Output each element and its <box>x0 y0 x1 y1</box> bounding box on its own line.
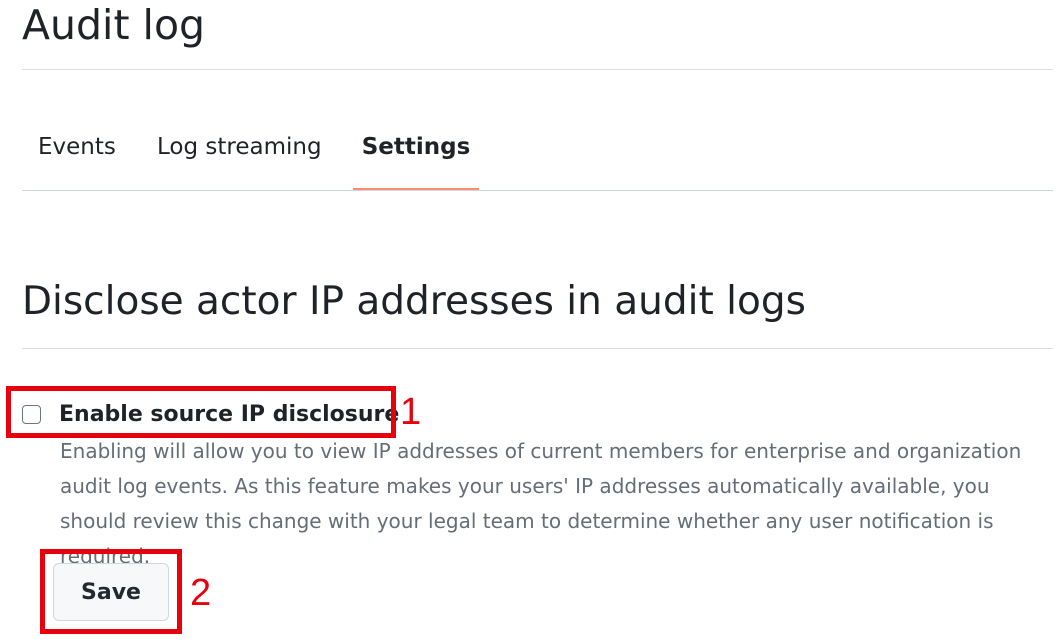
section-title: Disclose actor IP addresses in audit log… <box>22 279 806 324</box>
page-title: Audit log <box>22 1 206 49</box>
title-divider <box>22 69 1053 70</box>
checkbox-help-text: Enabling will allow you to view IP addre… <box>60 439 1022 568</box>
annotation-number-2: 2 <box>190 572 212 614</box>
tab-events[interactable]: Events <box>38 118 116 188</box>
tab-log-streaming[interactable]: Log streaming <box>157 118 322 188</box>
enable-source-ip-option[interactable]: Enable source IP disclosure <box>22 398 399 430</box>
section-divider <box>22 348 1053 349</box>
enable-source-ip-checkbox[interactable] <box>22 404 41 424</box>
tab-settings[interactable]: Settings <box>353 118 479 190</box>
checkbox-label: Enable source IP disclosure <box>59 401 400 427</box>
save-button[interactable]: Save <box>53 563 169 621</box>
annotation-number-1: 1 <box>400 391 422 433</box>
audit-log-tabs: Events Log streaming Settings <box>22 118 1053 191</box>
audit-log-settings-page: Audit log Events Log streaming Settings … <box>0 0 1058 639</box>
